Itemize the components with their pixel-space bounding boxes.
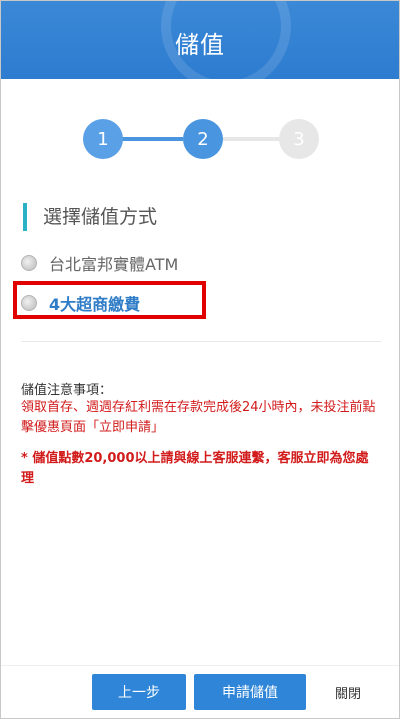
step-1: 1 [83,119,123,159]
step-2: 2 [183,119,223,159]
section-title: 選擇儲值方式 [23,203,157,231]
notes-title: 儲值注意事項： [21,383,113,398]
radio-button-icon[interactable] [21,255,37,271]
divider [21,341,381,342]
footer-divider [1,665,399,666]
previous-step-button[interactable]: 上一步 [92,674,186,710]
close-link[interactable]: 關閉 [335,683,361,702]
apply-deposit-button[interactable]: 申請儲值 [194,674,306,710]
stepper-line-done [121,137,183,141]
progress-stepper: 1 2 3 [81,119,321,159]
highlight-box [13,281,206,319]
deposit-dialog: 儲值 1 2 3 選擇儲值方式 台北富邦實體ATM 4大超商繳費 儲值注意事項：… [0,0,400,719]
payment-option-label: 台北富邦實體ATM [49,255,179,274]
dialog-header: 儲值 [1,1,399,79]
stepper-line-pending [221,137,283,141]
payment-option-atm[interactable]: 台北富邦實體ATM [21,249,178,277]
notes-warning-text: * 儲值點數20,000以上請與線上客服連繫，客服立即為您處理 [21,451,369,486]
step-3: 3 [279,119,319,159]
dialog-title: 儲值 [175,31,225,59]
notes-bonus-text: 領取首存、週週存紅利需在存款完成後24小時內，未投注前點擊優惠頁面「立即申請」 [21,400,376,435]
